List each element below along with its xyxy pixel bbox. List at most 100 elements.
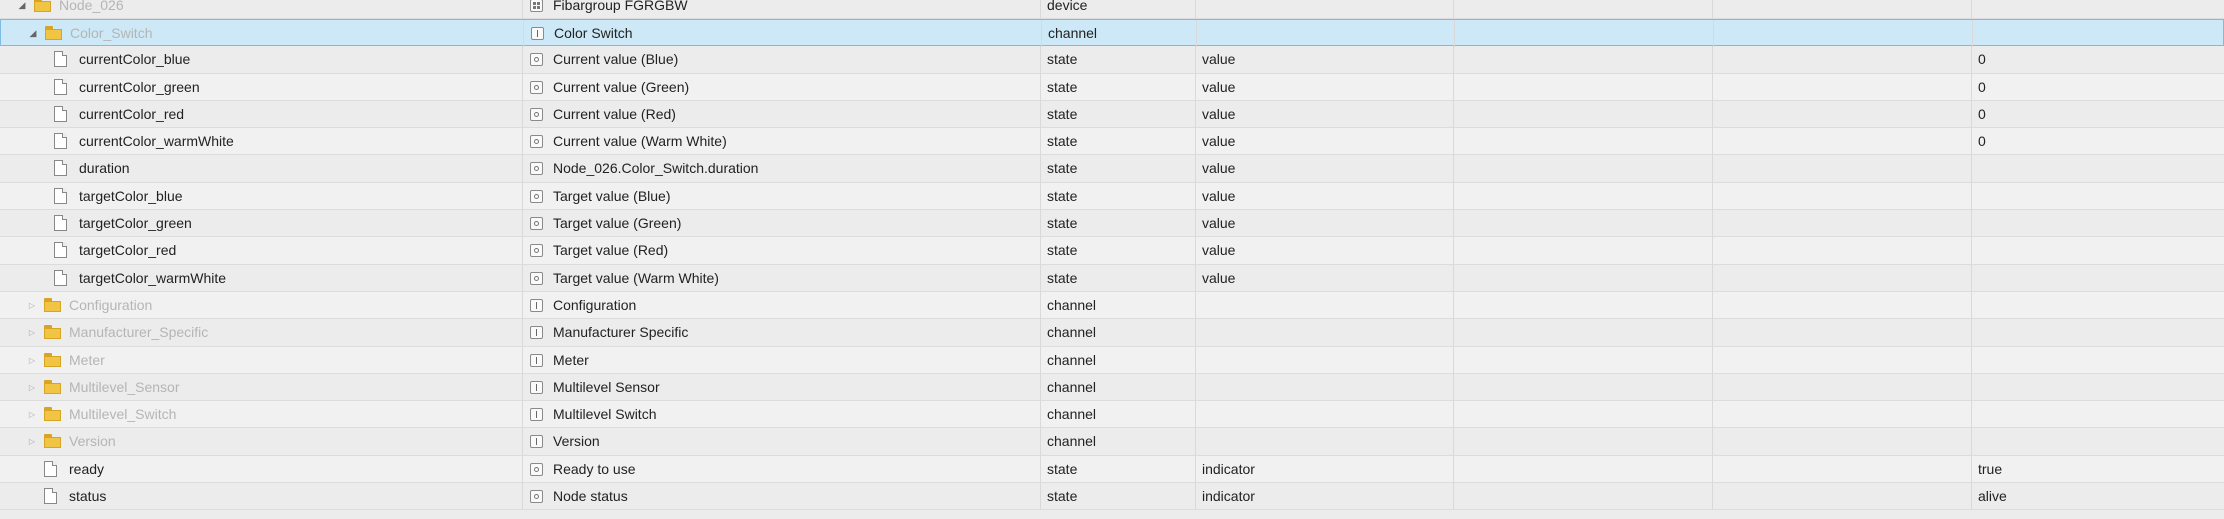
expand-arrow-icon[interactable]: ▷ — [25, 401, 39, 428]
object-name-label: Node_026.Color_Switch.duration — [553, 160, 759, 177]
cell-value[interactable] — [1971, 373, 2224, 401]
cell-value[interactable]: 0 — [1971, 73, 2224, 101]
tree-row[interactable]: ▷ Multilevel_Switch Multilevel Switch chann… — [0, 401, 2224, 429]
cell-id[interactable]: targetColor_warmWhite — [0, 265, 522, 292]
cell-name[interactable]: Multilevel Sensor — [522, 373, 1040, 401]
cell-value[interactable] — [1971, 210, 2224, 238]
state-icon — [530, 80, 543, 94]
tree-row[interactable]: currentColor_red Current value (Red) state… — [0, 100, 2224, 129]
cell-value[interactable]: true — [1971, 455, 2224, 483]
cell-name[interactable]: Node_026.Color_Switch.duration — [522, 155, 1040, 183]
cell-name[interactable]: Current value (Blue) — [522, 46, 1040, 74]
cell-value[interactable] — [1971, 182, 2224, 210]
cell-id[interactable]: ▷ Configuration — [0, 292, 522, 319]
cell-name[interactable]: Meter — [522, 346, 1040, 374]
cell-id[interactable]: targetColor_red — [0, 237, 522, 264]
cell-id[interactable]: status — [0, 483, 522, 510]
tree-row[interactable]: targetColor_green Target value (Green) sta… — [0, 210, 2224, 238]
cell-name[interactable]: Fibargroup FGRGBW — [522, 0, 1040, 19]
tree-row[interactable]: targetColor_blue Target value (Blue) state… — [0, 182, 2224, 211]
cell-id[interactable]: currentColor_green — [0, 74, 522, 101]
cell-value[interactable] — [1971, 291, 2224, 319]
cell-name[interactable]: Target value (Green) — [522, 210, 1040, 238]
cell-id[interactable]: currentColor_red — [0, 101, 522, 128]
cell-value[interactable] — [1971, 237, 2224, 265]
cell-room — [1453, 100, 1712, 128]
folder-icon — [44, 297, 61, 312]
cell-function — [1712, 210, 1971, 238]
object-id-label: Version — [69, 433, 116, 450]
cell-name[interactable]: Ready to use — [522, 455, 1040, 483]
tree-row[interactable]: targetColor_warmWhite Target value (Warm … — [0, 264, 2224, 292]
cell-id[interactable]: ▷ Version — [0, 428, 522, 455]
tree-row[interactable]: duration Node_026.Color_Switch.duration st… — [0, 155, 2224, 183]
cell-id[interactable]: ◢ Node_026 — [0, 0, 522, 19]
cell-value[interactable] — [1971, 428, 2224, 456]
channel-icon — [530, 298, 543, 312]
tree-row[interactable]: ◢ Node_026 Fibargroup FGRGBW device — [0, 0, 2224, 19]
cell-name[interactable]: Multilevel Switch — [522, 401, 1040, 429]
cell-value[interactable] — [1971, 264, 2224, 292]
cell-type: channel — [1040, 291, 1195, 319]
cell-value[interactable] — [1971, 319, 2224, 347]
cell-name[interactable]: Node status — [522, 483, 1040, 511]
cell-name[interactable]: Current value (Warm White) — [522, 128, 1040, 156]
cell-id[interactable]: ▷ Multilevel_Sensor — [0, 374, 522, 401]
cell-name[interactable]: Current value (Green) — [522, 73, 1040, 101]
cell-id[interactable]: ▷ Manufacturer_Specific — [0, 319, 522, 346]
file-icon — [54, 105, 67, 122]
expand-arrow-icon[interactable]: ▷ — [25, 292, 39, 319]
cell-id[interactable]: ▷ Multilevel_Switch — [0, 401, 522, 428]
cell-value[interactable] — [1972, 20, 2224, 47]
tree-row[interactable]: currentColor_green Current value (Green) s… — [0, 73, 2224, 101]
cell-type: state — [1040, 237, 1195, 265]
cell-name[interactable]: Configuration — [522, 291, 1040, 319]
tree-row[interactable]: ▷ Meter Meter channel — [0, 346, 2224, 374]
cell-name[interactable]: Current value (Red) — [522, 100, 1040, 128]
tree-row[interactable]: ▷ Multilevel_Sensor Multilevel Sensor chann… — [0, 373, 2224, 402]
cell-name[interactable]: Target value (Red) — [522, 237, 1040, 265]
cell-id[interactable]: targetColor_green — [0, 210, 522, 237]
state-icon — [530, 271, 543, 285]
tree-row[interactable]: status Node status state indicator alive — [0, 483, 2224, 511]
cell-name[interactable]: Target value (Warm White) — [522, 264, 1040, 292]
cell-value[interactable] — [1971, 0, 2224, 19]
tree-row[interactable]: ready Ready to use state indicator true — [0, 455, 2224, 484]
expand-arrow-icon[interactable]: ▷ — [25, 319, 39, 346]
cell-id[interactable]: duration — [0, 155, 522, 182]
cell-value[interactable]: 0 — [1971, 100, 2224, 128]
object-name-label: Current value (Red) — [553, 105, 676, 122]
cell-name[interactable]: Manufacturer Specific — [522, 319, 1040, 347]
tree-row[interactable]: ▷ Version Version channel — [0, 428, 2224, 456]
cell-value[interactable] — [1971, 346, 2224, 374]
cell-value[interactable]: 0 — [1971, 46, 2224, 74]
file-icon — [54, 187, 67, 204]
tree-row[interactable]: ▷ Manufacturer_Specific Manufacturer Speci… — [0, 319, 2224, 347]
tree-row[interactable]: ◢ Color_Switch Color Switch channel — [0, 19, 2224, 47]
tree-row[interactable]: targetColor_red Target value (Red) state va… — [0, 237, 2224, 265]
cell-id[interactable]: ready — [0, 456, 522, 483]
cell-name[interactable]: Version — [522, 428, 1040, 456]
expand-arrow-icon[interactable]: ▷ — [25, 428, 39, 455]
expand-arrow-icon[interactable]: ▷ — [25, 374, 39, 401]
cell-value[interactable]: alive — [1971, 483, 2224, 511]
cell-id[interactable]: targetColor_blue — [0, 183, 522, 210]
cell-id[interactable]: ▷ Meter — [0, 347, 522, 374]
cell-value[interactable] — [1971, 155, 2224, 183]
collapse-arrow-icon[interactable]: ◢ — [15, 0, 29, 19]
cell-value[interactable]: 0 — [1971, 128, 2224, 156]
cell-function — [1713, 20, 1972, 47]
cell-value[interactable] — [1971, 401, 2224, 429]
tree-row[interactable]: currentColor_warmWhite Current value (War… — [0, 128, 2224, 156]
cell-id[interactable]: ◢ Color_Switch — [1, 20, 523, 47]
collapse-arrow-icon[interactable]: ◢ — [26, 20, 40, 47]
cell-id[interactable]: currentColor_warmWhite — [0, 128, 522, 155]
cell-name[interactable]: Target value (Blue) — [522, 182, 1040, 210]
tree-row[interactable]: currentColor_blue Current value (Blue) sta… — [0, 46, 2224, 74]
folder-icon — [34, 0, 51, 12]
cell-id[interactable]: currentColor_blue — [0, 46, 522, 73]
expand-arrow-icon[interactable]: ▷ — [25, 347, 39, 374]
state-icon — [530, 162, 543, 176]
tree-row[interactable]: ▷ Configuration Configuration channel — [0, 291, 2224, 320]
cell-name[interactable]: Color Switch — [523, 20, 1041, 47]
